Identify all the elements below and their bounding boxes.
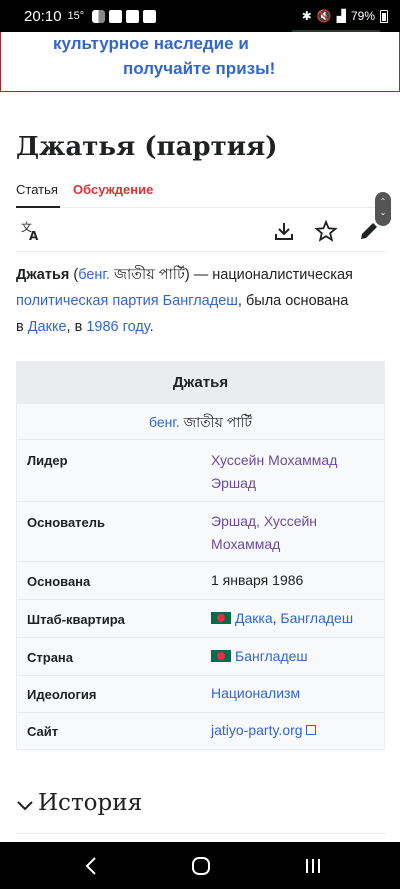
page-title: Джатья (партия) — [16, 132, 278, 162]
mail-notification-icon — [143, 9, 157, 23]
star-icon[interactable] — [315, 220, 337, 242]
link-bengali[interactable]: бенг. — [78, 267, 110, 283]
app-notification-icon — [92, 9, 106, 23]
link-1986[interactable]: 1986 году — [86, 319, 149, 335]
tab-article[interactable]: Статья — [16, 182, 60, 208]
native-name: জাতীয় পার্টি — [183, 414, 252, 430]
status-bar: 20:10 15° ✱ 🔇 ▟ 79% — [0, 0, 400, 32]
native-name: জাতীয় পার্টি — [113, 267, 185, 283]
battery-icon — [380, 9, 388, 23]
page-tabs: Статья Обсуждение — [16, 182, 386, 208]
country-value: Бангладеш — [211, 645, 381, 668]
system-nav-bar — [0, 842, 400, 889]
link-ideology[interactable]: Национализм — [211, 682, 381, 705]
external-link-icon — [305, 725, 316, 735]
infobox-row-founded: Основана 1 января 1986 — [17, 562, 384, 600]
infobox-row-founder: Основатель Эршад, Хуссейн Мохаммад — [17, 502, 384, 562]
home-icon[interactable] — [189, 854, 213, 878]
infobox-row-leader: Лидер Хуссейн Мохаммад Эршад — [17, 440, 384, 502]
link-bangladesh[interactable]: Бангладеш — [235, 648, 308, 664]
row-label: Идеология — [27, 687, 97, 702]
fast-scroll-handle[interactable]: ⌃ ⌄ — [375, 192, 391, 226]
chevron-down-icon — [17, 801, 33, 811]
row-label: Сайт — [27, 724, 59, 739]
banner-line-1: культурное наследие и — [53, 34, 249, 53]
gallery-notification-icon — [109, 9, 123, 23]
row-label: Штаб-квартира — [27, 612, 125, 627]
infobox-row-ideology: Идеология Национализм — [17, 676, 384, 713]
back-icon[interactable] — [80, 854, 104, 878]
download-icon[interactable] — [273, 220, 295, 242]
link-dhaka[interactable]: Дакке — [28, 319, 67, 335]
bangladesh-flag-icon — [211, 612, 231, 624]
link-bangladesh-hq[interactable]: Бангладеш — [280, 610, 353, 626]
infobox-row-website: Сайт jatiyo-party.org — [17, 713, 384, 749]
website-value: jatiyo-party.org — [211, 719, 381, 742]
lead-text: , была основана — [237, 293, 349, 309]
lead-text: — националистическая — [193, 267, 353, 283]
founded-value: 1 января 1986 — [211, 572, 304, 588]
photo-notification-icon — [126, 9, 140, 23]
link-dhaka-hq[interactable]: Дакка — [235, 610, 273, 626]
bangladesh-flag-icon — [211, 650, 231, 662]
link-bengali-infobox[interactable]: бенг. — [149, 414, 180, 430]
link-political-party[interactable]: политическая партия Бангладеш — [16, 293, 238, 309]
row-label: Страна — [27, 650, 74, 665]
leader-link[interactable]: Хуссейн Мохаммад Эршад — [211, 449, 381, 495]
banner-line-2: получайте призы! — [123, 59, 276, 78]
headquarters-value: Дакка, Бангладеш — [211, 607, 381, 630]
row-label: Лидер — [27, 453, 68, 468]
infobox-row-headquarters: Штаб-квартира Дакка, Бангладеш — [17, 600, 384, 638]
lead-text: в — [16, 319, 24, 335]
signal-icon: ▟ — [336, 9, 346, 23]
row-label: Основана — [27, 574, 91, 589]
page-actions-toolbar: 文 A — [16, 212, 386, 252]
bluetooth-icon: ✱ — [301, 9, 312, 23]
lead-text: . — [149, 319, 154, 335]
lead-paragraph: Джатья (бенг. জাতীয় পার্টি) — национали… — [16, 267, 353, 335]
mute-icon: 🔇 — [316, 9, 332, 23]
link-website[interactable]: jatiyo-party.org — [211, 722, 303, 738]
battery-percent: 79% — [350, 9, 375, 23]
founder-link[interactable]: Эршад, Хуссейн Мохаммад — [211, 510, 381, 556]
lead-term: Джатья — [16, 267, 70, 283]
infobox: Джатья бенг. জাতীয় পার্টি Лидер Хуссейн… — [16, 361, 385, 750]
infobox-native-name: бенг. জাতীয় পার্টি — [17, 404, 384, 440]
temperature: 15° — [67, 10, 85, 22]
campaign-banner[interactable]: культурное наследие и получайте призы! — [0, 32, 400, 92]
recents-icon[interactable] — [301, 854, 325, 878]
section-heading: История — [38, 790, 143, 816]
language-icon[interactable]: 文 A — [20, 220, 42, 242]
lead-text: , в — [66, 319, 83, 335]
section-history[interactable]: История — [16, 784, 386, 834]
row-label: Основатель — [27, 515, 106, 530]
infobox-row-country: Страна Бангладеш — [17, 638, 384, 676]
tab-talk[interactable]: Обсуждение — [73, 182, 153, 208]
clock: 20:10 — [24, 7, 62, 25]
svg-text:A: A — [29, 229, 39, 242]
infobox-title: Джатья — [17, 362, 384, 404]
